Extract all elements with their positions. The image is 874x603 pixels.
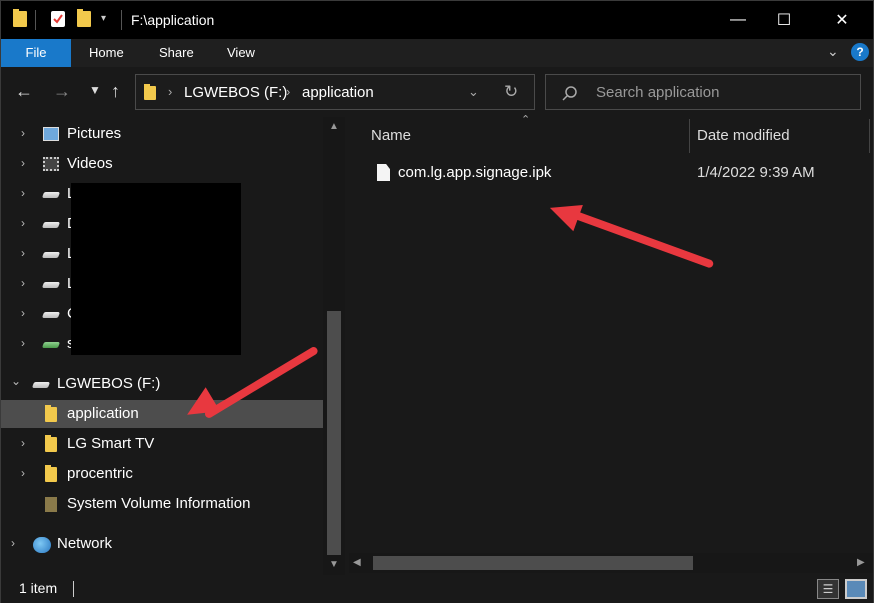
breadcrumb-separator: › <box>168 84 173 99</box>
drive-icon <box>41 252 61 258</box>
drive-icon <box>31 382 51 388</box>
network-icon <box>33 537 51 553</box>
column-header-date-modified[interactable]: Date modified <box>697 127 790 144</box>
sidebar-item-network[interactable]: › Network <box>1 530 323 558</box>
sidebar-item-label: Videos <box>67 155 113 172</box>
expand-icon[interactable]: › <box>21 276 25 290</box>
scroll-down-icon[interactable]: ▼ <box>329 559 339 570</box>
scrollbar-thumb[interactable] <box>373 556 693 570</box>
up-icon[interactable]: ↑ <box>111 81 120 102</box>
expand-icon[interactable]: › <box>21 436 25 450</box>
divider <box>35 10 36 30</box>
drive-icon <box>41 282 61 288</box>
address-bar[interactable]: › LGWEBOS (F:) › application ⌄ ↻ <box>135 74 535 110</box>
sidebar-item-system-volume-information[interactable]: System Volume Information <box>1 490 323 518</box>
address-dropdown-icon[interactable]: ⌄ <box>468 84 479 100</box>
scroll-right-icon[interactable]: ▶ <box>857 557 865 568</box>
sidebar-item-application[interactable]: application <box>1 400 323 428</box>
scroll-left-icon[interactable]: ◀ <box>353 557 361 568</box>
sidebar-item-lg-smart-tv[interactable]: › LG Smart TV <box>1 430 323 458</box>
navigation-bar: ← → ▼ ↑ › LGWEBOS (F:) › application ⌄ ↻… <box>1 67 873 117</box>
column-header-name[interactable]: Name <box>371 127 411 144</box>
close-button[interactable]: ✕ <box>819 1 865 39</box>
folder-icon <box>45 497 57 512</box>
tab-view[interactable]: View <box>227 39 255 67</box>
list-item[interactable]: com.lg.app.signage.ipk 1/4/2022 9:39 AM <box>371 159 851 187</box>
sidebar-item-label: System Volume Information <box>67 495 251 512</box>
expand-icon[interactable]: › <box>21 186 25 200</box>
window-title: F:\application <box>131 12 215 28</box>
collapse-icon[interactable]: ⌄ <box>11 374 21 388</box>
maximize-button[interactable]: ☐ <box>761 1 807 39</box>
expand-icon[interactable]: › <box>21 216 25 230</box>
search-icon <box>562 86 577 101</box>
help-icon[interactable]: ? <box>851 43 869 61</box>
item-count: 1 item <box>19 580 58 596</box>
back-icon[interactable]: ← <box>15 81 33 102</box>
folder-icon <box>144 84 156 100</box>
sidebar-item-label: procentric <box>67 465 133 482</box>
sidebar-item-label: Pictures <box>67 125 122 142</box>
details-view-icon[interactable]: ☰ <box>817 579 839 599</box>
drive-icon <box>41 312 61 318</box>
folder-icon <box>45 405 57 422</box>
sort-ascending-icon: ⌃ <box>521 114 531 126</box>
recent-locations-icon[interactable]: ▼ <box>89 83 101 97</box>
sidebar-item-videos[interactable]: › Videos <box>1 150 323 178</box>
scroll-up-icon[interactable]: ▲ <box>329 121 339 132</box>
file-date-modified: 1/4/2022 9:39 AM <box>697 164 815 181</box>
ribbon-tabs: File Home Share View ⌄ ? <box>1 39 873 67</box>
new-folder-icon[interactable] <box>77 9 91 27</box>
breadcrumb-folder[interactable]: application <box>302 84 374 101</box>
sidebar-item-pictures[interactable]: › Pictures <box>1 120 323 148</box>
search-input[interactable]: Search application <box>596 84 719 101</box>
expand-icon[interactable]: › <box>11 536 15 550</box>
expand-icon[interactable]: › <box>21 306 25 320</box>
file-name: com.lg.app.signage.ipk <box>398 164 552 181</box>
search-box[interactable]: Search application <box>545 74 861 110</box>
divider <box>121 10 122 30</box>
customize-toolbar-icon[interactable]: ▾ <box>101 13 106 24</box>
folder-icon <box>45 465 57 482</box>
expand-icon[interactable]: › <box>21 126 25 140</box>
scrollbar-thumb[interactable] <box>327 311 341 555</box>
sidebar-item-label: LGWEBOS (F:) <box>57 375 161 392</box>
expand-ribbon-icon[interactable]: ⌄ <box>827 43 839 60</box>
title-bar: ▾ F:\application — ☐ ✕ <box>1 1 873 39</box>
minimize-button[interactable]: — <box>715 1 761 39</box>
tab-share[interactable]: Share <box>159 39 194 67</box>
drive-icon <box>41 342 61 348</box>
divider <box>73 581 74 597</box>
redaction-box <box>71 183 241 355</box>
expand-icon[interactable]: › <box>21 466 25 480</box>
column-divider[interactable] <box>689 119 690 153</box>
sidebar-item-procentric[interactable]: › procentric <box>1 460 323 488</box>
status-bar: 1 item ☰ <box>1 575 873 603</box>
sidebar-item-label: LG Smart TV <box>67 435 155 452</box>
tab-file[interactable]: File <box>1 39 71 67</box>
sidebar-item-label: Network <box>57 535 113 552</box>
expand-icon[interactable]: › <box>21 246 25 260</box>
expand-icon[interactable]: › <box>21 336 25 350</box>
large-icons-view-icon[interactable] <box>845 579 867 599</box>
file-icon <box>377 164 390 181</box>
drive-icon <box>41 192 61 198</box>
drive-icon <box>41 222 61 228</box>
pictures-icon <box>43 127 59 141</box>
sidebar-item-label: application <box>67 405 139 422</box>
breadcrumb-separator: › <box>286 84 291 99</box>
properties-icon[interactable] <box>51 11 65 27</box>
forward-icon[interactable]: → <box>53 81 71 102</box>
breadcrumb-drive[interactable]: LGWEBOS (F:) <box>184 84 287 101</box>
videos-icon <box>43 157 59 171</box>
folder-icon <box>45 435 57 452</box>
expand-icon[interactable]: › <box>21 156 25 170</box>
folder-icon <box>13 9 27 27</box>
column-divider[interactable] <box>869 119 870 153</box>
refresh-icon[interactable]: ↻ <box>504 82 518 102</box>
tab-home[interactable]: Home <box>89 39 124 67</box>
